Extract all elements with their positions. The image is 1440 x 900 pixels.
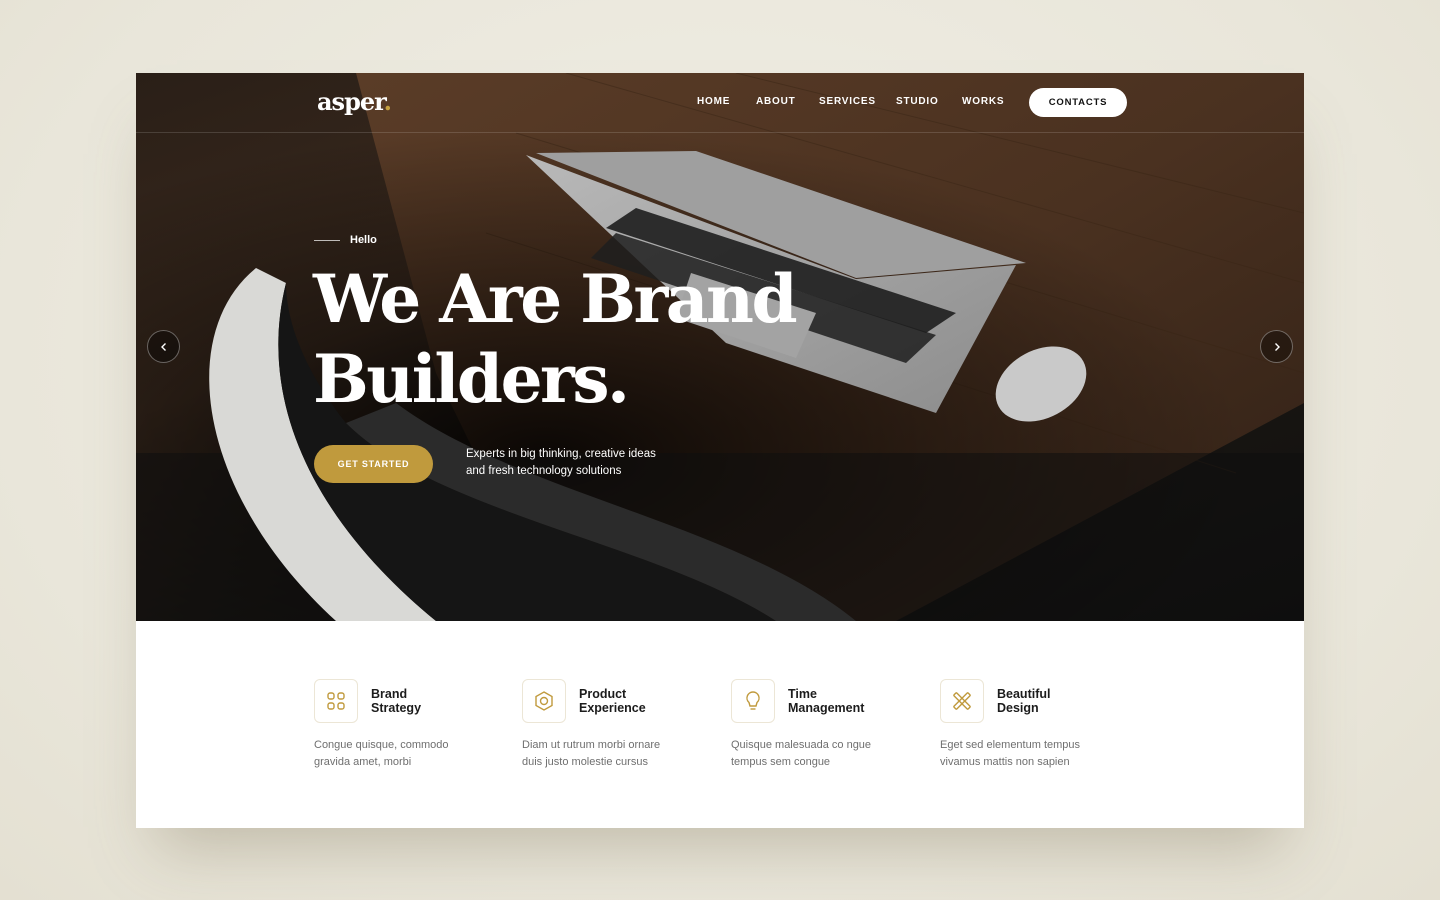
design-tools-icon bbox=[953, 692, 971, 710]
page-frame: asper. HOME ABOUT SERVICES STUDIO WORKS … bbox=[136, 73, 1304, 828]
tagline-line-2: and fresh technology solutions bbox=[466, 465, 622, 477]
eyebrow-line bbox=[314, 239, 340, 241]
feature-title: Beautiful Design bbox=[997, 687, 1117, 715]
headline-line-2: Builders. bbox=[313, 340, 630, 418]
feature-desc-line: duis justo molestie cursus bbox=[522, 756, 648, 768]
slider-next-button[interactable] bbox=[1260, 330, 1293, 363]
feature-description: Congue quisque, commodo gravida amet, mo… bbox=[314, 737, 494, 771]
headline-line-1: We Are Brand bbox=[313, 260, 798, 338]
feature-desc-line: Quisque malesuada co ngue bbox=[731, 739, 872, 751]
feature-icon-box bbox=[522, 679, 566, 723]
feature-title-line: Beautiful bbox=[997, 687, 1051, 701]
get-started-button[interactable]: GET STARTED bbox=[314, 445, 433, 483]
feature-desc-line: Diam ut rutrum morbi ornare bbox=[522, 739, 661, 751]
hero-tagline: Experts in big thinking, creative ideas … bbox=[466, 446, 696, 480]
product-cube-icon bbox=[535, 691, 553, 711]
site-header: asper. HOME ABOUT SERVICES STUDIO WORKS … bbox=[136, 73, 1304, 133]
feature-title-line: Experience bbox=[579, 701, 646, 715]
feature-title: Product Experience bbox=[579, 687, 699, 715]
feature-desc-line: gravida amet, morbi bbox=[314, 756, 412, 768]
feature-title: Time Management bbox=[788, 687, 908, 715]
eyebrow-text: Hello bbox=[350, 234, 377, 246]
tagline-line-1: Experts in big thinking, creative ideas bbox=[466, 448, 656, 460]
hero-headline: We Are Brand Builders. bbox=[313, 259, 913, 419]
strategy-nodes-icon bbox=[327, 692, 345, 710]
feature-title-line: Strategy bbox=[371, 701, 422, 715]
nav-home[interactable]: HOME bbox=[697, 96, 730, 107]
feature-icon-box bbox=[731, 679, 775, 723]
chevron-left-icon bbox=[160, 342, 166, 351]
feature-description: Diam ut rutrum morbi ornare duis justo m… bbox=[522, 737, 702, 771]
nav-studio[interactable]: STUDIO bbox=[896, 96, 939, 107]
feature-title-line: Design bbox=[997, 701, 1039, 715]
hero-eyebrow: Hello bbox=[314, 234, 377, 246]
feature-desc-line: tempus sem congue bbox=[731, 756, 831, 768]
nav-about[interactable]: ABOUT bbox=[756, 96, 796, 107]
slider-prev-button[interactable] bbox=[147, 330, 180, 363]
feature-icon-box bbox=[940, 679, 984, 723]
feature-desc-line: vivamus mattis non sapien bbox=[940, 756, 1070, 768]
nav-services[interactable]: SERVICES bbox=[819, 96, 876, 107]
feature-title-line: Management bbox=[788, 701, 865, 715]
feature-description: Quisque malesuada co ngue tempus sem con… bbox=[731, 737, 911, 771]
feature-icon-box bbox=[314, 679, 358, 723]
chevron-right-icon bbox=[1274, 342, 1280, 351]
brand-logo[interactable]: asper. bbox=[317, 87, 392, 116]
feature-title-line: Brand bbox=[371, 687, 408, 701]
feature-desc-line: Eget sed elementum tempus bbox=[940, 739, 1081, 751]
feature-desc-line: Congue quisque, commodo bbox=[314, 739, 449, 751]
feature-title-line: Product bbox=[579, 687, 627, 701]
hero-section: asper. HOME ABOUT SERVICES STUDIO WORKS … bbox=[136, 73, 1304, 621]
lightbulb-icon bbox=[746, 691, 760, 710]
contacts-button[interactable]: CONTACTS bbox=[1029, 88, 1127, 117]
feature-title: Brand Strategy bbox=[371, 687, 491, 715]
nav-works[interactable]: WORKS bbox=[962, 96, 1004, 107]
feature-description: Eget sed elementum tempus vivamus mattis… bbox=[940, 737, 1120, 771]
feature-title-line: Time bbox=[788, 687, 817, 701]
